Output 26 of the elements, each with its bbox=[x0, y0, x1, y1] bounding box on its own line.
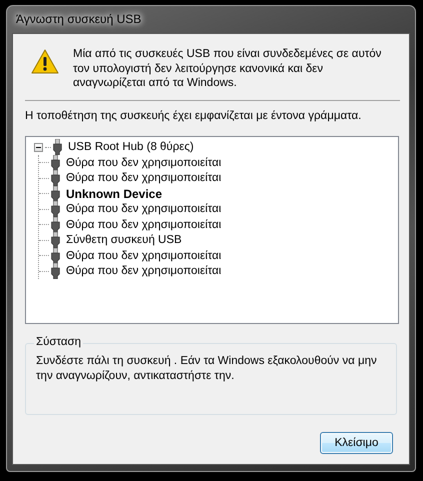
usb-plug-icon bbox=[51, 248, 60, 264]
usb-plug-icon bbox=[51, 186, 60, 202]
usb-plug-icon bbox=[51, 232, 60, 248]
tree-item[interactable]: Θύρα που δεν χρησιμοποιείται bbox=[66, 156, 222, 169]
tree-item[interactable]: Σύνθετη συσκευή USB bbox=[66, 234, 182, 246]
warning-icon bbox=[31, 49, 59, 74]
tree-item[interactable]: Unknown Device bbox=[66, 186, 162, 201]
close-button[interactable]: Κλείσιμο bbox=[320, 432, 393, 454]
window-title: Άγνωστη συσκευή USB bbox=[15, 11, 142, 28]
usb-plug-icon bbox=[51, 201, 60, 218]
collapse-toggle[interactable] bbox=[34, 142, 43, 152]
usb-plug-icon bbox=[51, 154, 60, 171]
tree-item[interactable]: Θύρα που δεν χρησιμοποιείται bbox=[66, 218, 222, 231]
warning-message: Μία από τις συσκευές USB που είναι συνδεδεμένες σε αυτόν τον υπολογιστή δεν λειτούργησε κανονικά και δεν αναγνωρίζεται από τα Windows. bbox=[73, 47, 382, 90]
instruction-text: Η τοποθέτηση της συσκευής έχει εμφανίζεται με έντονα γράμματα. bbox=[25, 110, 362, 122]
tree-item[interactable]: Θύρα που δεν χρησιμοποιείται bbox=[66, 172, 222, 184]
recommendation-text: Συνδέστε πάλι τη συσκευή . Εάν τα Windows εξακολουθούν να μην την αναγνωρίζουν, αντικαταστήστε την. bbox=[36, 354, 378, 384]
usb-plug-icon bbox=[51, 216, 60, 233]
tree-item[interactable]: Θύρα που δεν χρησιμοποιείται bbox=[66, 250, 222, 262]
tree-item[interactable]: USB Root Hub (8 θύρες) bbox=[68, 141, 194, 154]
tree-item[interactable]: Θύρα που δεν χρησιμοποιείται bbox=[66, 265, 222, 278]
usb-plug-icon bbox=[51, 170, 60, 186]
group-title: Σύσταση bbox=[34, 336, 84, 348]
usb-plug-icon bbox=[53, 139, 62, 156]
tree-item[interactable]: Θύρα που δεν χρησιμοποιείται bbox=[66, 203, 222, 216]
usb-plug-icon bbox=[51, 263, 60, 280]
